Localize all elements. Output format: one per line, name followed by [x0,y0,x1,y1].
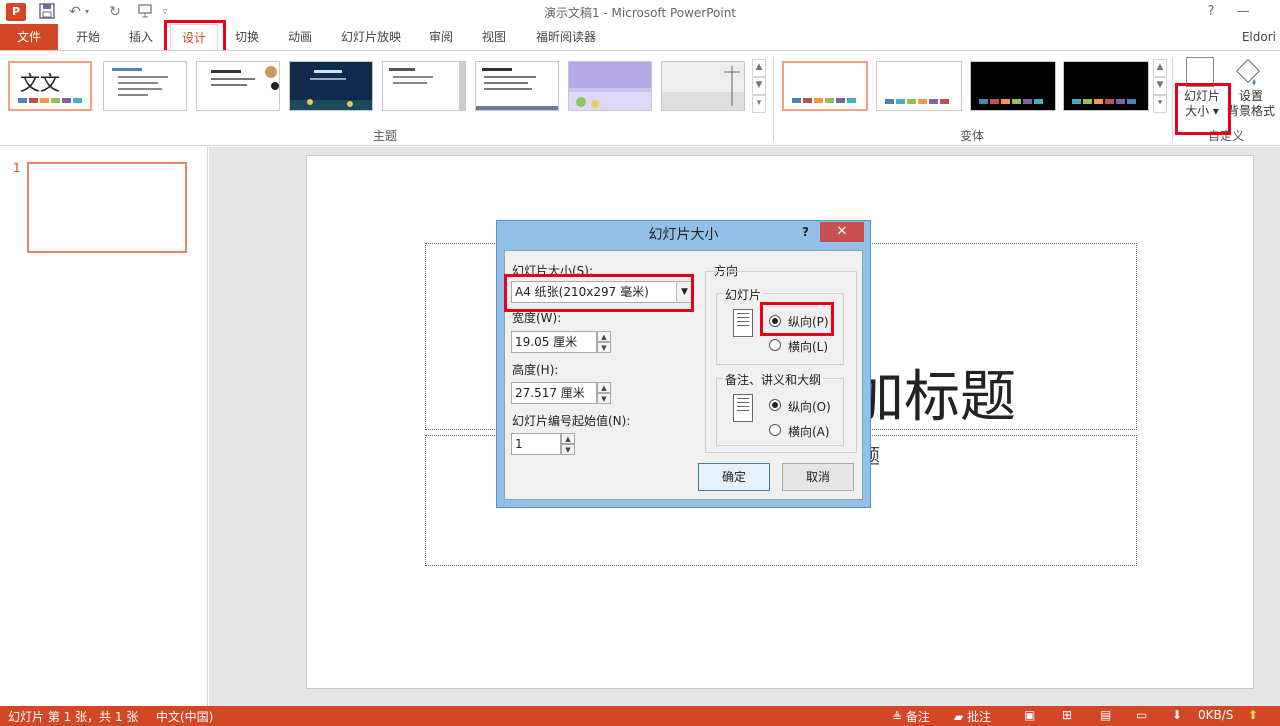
network-speed: 0KB/S [1198,708,1234,722]
title-placeholder-text: 加标题 [848,365,1016,430]
theme-office[interactable]: 文文 [8,61,92,111]
ribbon-separator [1172,57,1173,141]
theme-facet[interactable] [103,61,187,111]
width-spin-up-icon[interactable]: ▲ [597,331,611,342]
window-title: 演示文稿1 - Microsoft PowerPoint [543,6,737,20]
upload-speed-icon: ⬆ [1248,708,1259,722]
help-icon[interactable]: ? [1200,2,1222,22]
width-input[interactable]: 19.05 厘米 [511,331,597,353]
comments-toggle[interactable]: ▰ 批注 [954,708,991,725]
tab-slideshow[interactable]: 幻灯片放映 [335,24,407,50]
height-label: 高度(H): [512,363,559,377]
variant-color-strip [979,99,1043,104]
variant-1[interactable] [782,61,868,111]
language-status[interactable]: 中文(中国) [156,708,213,725]
theme-integral[interactable] [196,61,280,111]
reading-view-icon[interactable]: ▤ [1100,708,1111,722]
powerpoint-window: P ↶ ▾ ↻ ▿ 演示文稿1 - Microsoft PowerPoint ?… [0,0,1280,726]
notes-portrait-page-icon [733,394,753,422]
variant-color-strip [792,98,856,103]
variants-scroll-down-icon[interactable]: ▼ [1153,77,1167,95]
start-number-input[interactable]: 1 [511,433,561,455]
slide-count-status: 幻灯片 第 1 张，共 1 张 [8,710,139,724]
variants-scroll-up-icon[interactable]: ▲ [1153,59,1167,77]
width-spin-down-icon[interactable]: ▼ [597,342,611,353]
theme-sample-text: 文文 [20,71,60,95]
theme-slice[interactable] [568,61,652,111]
cancel-button[interactable]: 取消 [782,463,854,491]
portrait-page-icon [733,309,753,337]
format-background-button[interactable]: 设置 背景格式 [1224,89,1278,119]
theme-color-strip [18,98,82,103]
slides-landscape-label[interactable]: 横向(L) [788,338,828,355]
dialog-title: 幻灯片大小 [648,227,719,243]
notes-toggle[interactable]: ≜ 备注 [892,708,930,725]
tab-view[interactable]: 视图 [473,24,515,50]
height-spin-up-icon[interactable]: ▲ [597,382,611,393]
themes-group-label: 主题 [373,129,398,143]
highlight-portrait-option [760,302,834,336]
ribbon-design: 文文 ▲ ▼ ▾ 主题 ▲ ▼ ▾ 变体 幻灯片 大小 ▾ 设置 背景格式 自定… [0,50,1280,146]
format-background-icon[interactable] [1235,58,1262,87]
format-bg-label-line1: 设置 [1238,89,1263,103]
comments-toggle-label: 批注 [967,710,992,724]
tab-insert[interactable]: 插入 [120,24,162,50]
tab-transitions[interactable]: 切换 [226,24,268,50]
theme-retrospect[interactable] [475,61,559,111]
height-spin-down-icon[interactable]: ▼ [597,393,611,404]
tab-home[interactable]: 开始 [66,24,110,50]
user-account-name[interactable]: Eldori [1242,24,1276,50]
format-bg-label-line2: 背景格式 [1226,104,1275,118]
normal-view-icon[interactable]: ▣ [1024,708,1035,722]
notes-orientation-label: 备注、讲义和大纲 [723,371,824,388]
notes-portrait-radio[interactable] [769,399,781,411]
start-spin-down-icon[interactable]: ▼ [561,444,575,455]
notes-landscape-label[interactable]: 横向(A) [788,423,830,440]
ribbon-separator [773,57,774,141]
tab-foxit-reader[interactable]: 福昕阅读器 [528,24,604,50]
variants-group-label: 变体 [960,129,985,143]
start-number-label: 幻灯片编号起始值(N): [512,414,631,428]
variant-4[interactable] [1063,61,1149,111]
gallery-more-icon[interactable]: ▾ [752,95,766,113]
slide-size-dialog: 幻灯片大小 ? ✕ 幻灯片大小(S): A4 纸张(210x297 毫米) ▼ … [496,220,871,508]
slideshow-view-icon[interactable]: ▭ [1136,708,1147,722]
tab-file[interactable]: 文件 [0,24,58,50]
dialog-close-button[interactable]: ✕ [820,222,864,242]
slides-landscape-radio[interactable] [769,339,781,351]
gallery-scroll-up-icon[interactable]: ▲ [752,59,766,77]
slide-number: 1 [13,161,21,175]
slide-thumbnail[interactable] [27,162,187,253]
tab-animations[interactable]: 动画 [279,24,321,50]
start-spin-up-icon[interactable]: ▲ [561,433,575,444]
slide-thumbnails-pane: 1 [0,147,208,706]
variant-3[interactable] [970,61,1056,111]
variant-2[interactable] [876,61,962,111]
minimize-button[interactable]: — [1232,2,1254,22]
notes-portrait-label[interactable]: 纵向(O) [788,398,831,415]
theme-ion[interactable] [289,61,373,111]
slides-orientation-label: 幻灯片 [723,286,764,303]
slide-sorter-icon[interactable]: ⊞ [1062,708,1072,722]
gallery-scroll-down-icon[interactable]: ▼ [752,77,766,95]
ok-button[interactable]: 确定 [698,463,770,491]
variant-color-strip [885,99,949,104]
dialog-help-icon[interactable]: ? [802,225,809,239]
notes-toggle-label: 备注 [905,710,930,724]
download-speed-icon: ⬇ [1172,708,1183,722]
highlight-slide-size-select [504,274,694,312]
height-input[interactable]: 27.517 厘米 [511,382,597,404]
highlight-slide-size-button [1175,83,1231,135]
notes-landscape-radio[interactable] [769,424,781,436]
status-bar: 幻灯片 第 1 张，共 1 张 中文(中国) ≜ 备注 ▰ 批注 ▣ ⊞ ▤ ▭… [0,706,1280,726]
variants-more-icon[interactable]: ▾ [1153,95,1167,113]
tab-review[interactable]: 审阅 [420,24,462,50]
theme-wisp[interactable] [661,61,745,111]
theme-organic[interactable] [382,61,466,111]
variant-color-strip [1072,99,1136,104]
